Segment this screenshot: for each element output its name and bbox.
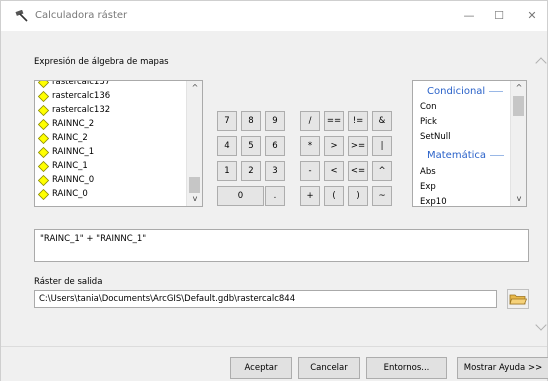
calc-button-6[interactable]: 6 (265, 136, 285, 156)
resize-edge-icon (535, 57, 547, 69)
scroll-down-arrow-icon[interactable]: v (187, 192, 202, 206)
hammer-icon (15, 10, 28, 22)
scroll-up-arrow-icon[interactable]: ^ (511, 81, 526, 95)
yellow-diamond-icon (38, 174, 49, 186)
scroll-thumb[interactable] (189, 177, 200, 193)
function-list[interactable]: Condicional Con Pick SetNull Matemática … (412, 80, 527, 207)
calc-button-and[interactable]: & (372, 111, 392, 131)
close-button[interactable]: ✕ (519, 7, 545, 25)
list-item[interactable]: RAINC_2 (38, 131, 88, 145)
expression-label: Expresión de álgebra de mapas (34, 57, 169, 67)
yellow-diamond-icon (38, 132, 49, 144)
function-category-header: Matemática (427, 147, 505, 163)
layer-list-scrollbar[interactable]: ^ v (186, 81, 202, 206)
cancel-button[interactable]: Cancelar (298, 357, 360, 379)
function-item[interactable]: Exp (420, 182, 436, 192)
list-item[interactable]: rastercalc136 (38, 89, 110, 103)
calc-button-divide[interactable]: / (300, 111, 320, 131)
calc-button-7[interactable]: 7 (217, 111, 237, 131)
layer-list[interactable]: rastercalc137 rastercalc136 rastercalc13… (34, 80, 203, 207)
calc-button-4[interactable]: 4 (217, 136, 237, 156)
divider (489, 90, 504, 92)
list-item[interactable]: RAINNC_1 (38, 145, 94, 159)
yellow-diamond-icon (38, 81, 49, 88)
calc-button-3[interactable]: 3 (265, 161, 285, 181)
scroll-up-arrow-icon[interactable]: ^ (187, 81, 202, 95)
function-item[interactable]: Abs (420, 167, 436, 177)
list-item[interactable]: rastercalc137 (38, 81, 110, 89)
divider (490, 154, 505, 156)
calc-button-0[interactable]: 0 (217, 186, 264, 206)
yellow-diamond-icon (38, 90, 49, 102)
output-raster-input[interactable]: C:\Users\tania\Documents\ArcGIS\Default.… (34, 290, 497, 308)
function-item[interactable]: SetNull (420, 132, 450, 142)
calc-button-multiply[interactable]: * (300, 136, 320, 156)
window-title: Calculadora ráster (35, 10, 128, 21)
title-bar[interactable]: Calculadora ráster — ☐ ✕ (1, 1, 547, 31)
calc-button-5[interactable]: 5 (241, 136, 261, 156)
expression-textbox[interactable]: "RAINC_1" + "RAINNC_1" (34, 229, 529, 262)
function-category-header: Condicional (427, 83, 504, 99)
yellow-diamond-icon (38, 188, 49, 200)
calc-button-1[interactable]: 1 (217, 161, 237, 181)
list-item[interactable]: RAINC_1 (38, 159, 88, 173)
calc-button-greater[interactable]: > (324, 136, 344, 156)
list-item[interactable]: RAINC_0 (38, 187, 88, 201)
calc-button-not-equal[interactable]: != (348, 111, 368, 131)
open-folder-icon[interactable] (507, 289, 529, 309)
raster-calculator-window: Calculadora ráster — ☐ ✕ Expresión de ál… (0, 0, 548, 381)
list-item[interactable]: RAINNC_0 (38, 173, 94, 187)
calc-button-greater-equal[interactable]: >= (348, 136, 368, 156)
calc-button-not[interactable]: ~ (372, 186, 392, 206)
calc-button-less[interactable]: < (324, 161, 344, 181)
yellow-diamond-icon (38, 118, 49, 130)
resize-edge-icon (535, 319, 547, 331)
show-help-button[interactable]: Mostrar Ayuda >> (457, 357, 548, 379)
scroll-thumb[interactable] (513, 96, 524, 116)
calc-button-minus[interactable]: - (300, 161, 320, 181)
ok-button[interactable]: Aceptar (230, 357, 292, 379)
calc-button-or[interactable]: | (372, 136, 392, 156)
calc-button-plus[interactable]: + (300, 186, 320, 206)
dialog-footer: Aceptar Cancelar Entornos... Mostrar Ayu… (1, 346, 548, 381)
calc-button-decimal[interactable]: . (265, 186, 285, 206)
minimize-button[interactable]: — (456, 7, 482, 25)
yellow-diamond-icon (38, 160, 49, 172)
environments-button[interactable]: Entornos... (366, 357, 447, 379)
function-item[interactable]: Con (420, 102, 437, 112)
calc-button-open-paren[interactable]: ( (324, 186, 344, 206)
calc-button-less-equal[interactable]: <= (348, 161, 368, 181)
calc-button-xor[interactable]: ^ (372, 161, 392, 181)
output-raster-label: Ráster de salida (34, 277, 103, 287)
function-item[interactable]: Pick (420, 117, 437, 127)
list-item[interactable]: rastercalc132 (38, 103, 110, 117)
scroll-down-arrow-icon[interactable]: v (511, 192, 526, 206)
calc-button-close-paren[interactable]: ) (348, 186, 368, 206)
yellow-diamond-icon (38, 146, 49, 158)
calc-button-8[interactable]: 8 (241, 111, 261, 131)
maximize-button[interactable]: ☐ (486, 7, 512, 25)
function-list-scrollbar[interactable]: ^ v (510, 81, 526, 206)
function-item[interactable]: Exp10 (420, 197, 447, 206)
yellow-diamond-icon (38, 104, 49, 116)
calc-button-equal[interactable]: == (324, 111, 344, 131)
calc-button-9[interactable]: 9 (265, 111, 285, 131)
calc-button-2[interactable]: 2 (241, 161, 261, 181)
list-item[interactable]: RAINNC_2 (38, 117, 94, 131)
